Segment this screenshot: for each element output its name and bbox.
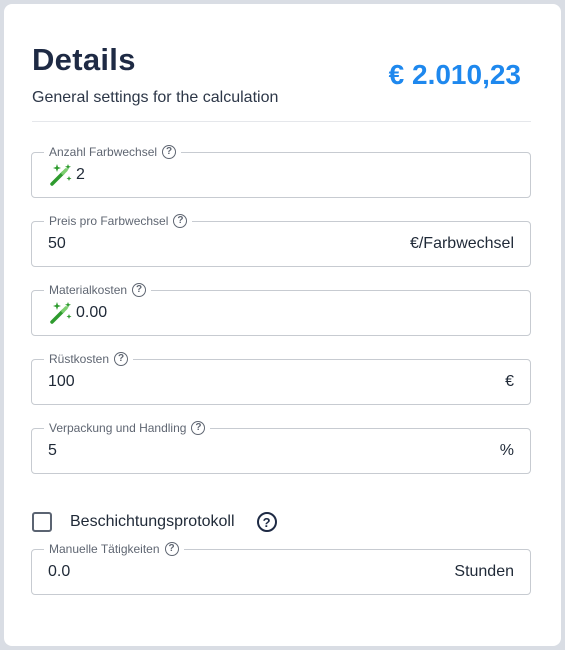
preis-pro-farbwechsel-value: 50 — [48, 235, 66, 252]
help-icon[interactable]: ? — [114, 352, 129, 366]
verpackung-handling-field[interactable]: Verpackung und Handling ? 5 % — [31, 419, 531, 474]
field-label: Verpackung und Handling — [49, 421, 187, 435]
checkbox-label[interactable]: Beschichtungsprotokoll — [70, 513, 235, 531]
ruestkosten-field[interactable]: Rüstkosten ? 100 € — [31, 350, 531, 405]
details-card: Details General settings for the calcula… — [4, 4, 561, 646]
manuelle-taetigkeiten-value: 0.0 — [48, 563, 71, 580]
anzahl-farbwechsel-field[interactable]: Anzahl Farbwechsel ? 2 — [31, 143, 531, 198]
help-icon[interactable]: ? — [173, 214, 188, 228]
preis-pro-farbwechsel-field[interactable]: Preis pro Farbwechsel ? 50 €/Farbwechsel — [31, 212, 531, 267]
ruestkosten-value: 100 — [48, 373, 75, 390]
magic-wand-icon[interactable] — [48, 300, 74, 326]
beschichtungsprotokoll-checkbox[interactable] — [32, 512, 52, 532]
field-label: Preis pro Farbwechsel — [49, 214, 169, 228]
beschichtungsprotokoll-row: Beschichtungsprotokoll ? — [32, 512, 277, 532]
help-icon[interactable]: ? — [164, 542, 179, 556]
field-unit: % — [499, 442, 514, 459]
verpackung-handling-value: 5 — [48, 442, 57, 459]
help-icon[interactable]: ? — [256, 512, 277, 532]
field-legend: Verpackung und Handling ? — [44, 419, 211, 437]
manuelle-taetigkeiten-field[interactable]: Manuelle Tätigkeiten ? 0.0 Stunden — [31, 540, 531, 595]
help-icon[interactable]: ? — [162, 145, 177, 159]
header-divider — [32, 121, 531, 122]
help-icon[interactable]: ? — [191, 421, 206, 435]
field-value-wrap: 0.00 — [48, 291, 107, 335]
help-icon[interactable]: ? — [132, 283, 147, 297]
materialkosten-value: 0.00 — [76, 304, 108, 321]
anzahl-farbwechsel-value: 2 — [76, 166, 85, 183]
field-unit: Stunden — [454, 563, 514, 580]
page-subtitle: General settings for the calculation — [32, 89, 279, 106]
field-legend: Preis pro Farbwechsel ? — [44, 212, 193, 230]
magic-wand-icon[interactable] — [48, 162, 74, 188]
field-unit: € — [505, 373, 514, 390]
page-title: Details — [32, 42, 136, 77]
field-unit: €/Farbwechsel — [409, 235, 514, 252]
materialkosten-field[interactable]: Materialkosten ? 0.00 — [31, 281, 531, 336]
total-price: € 2.010,23 — [388, 59, 521, 90]
field-value-wrap: 2 — [48, 153, 85, 197]
